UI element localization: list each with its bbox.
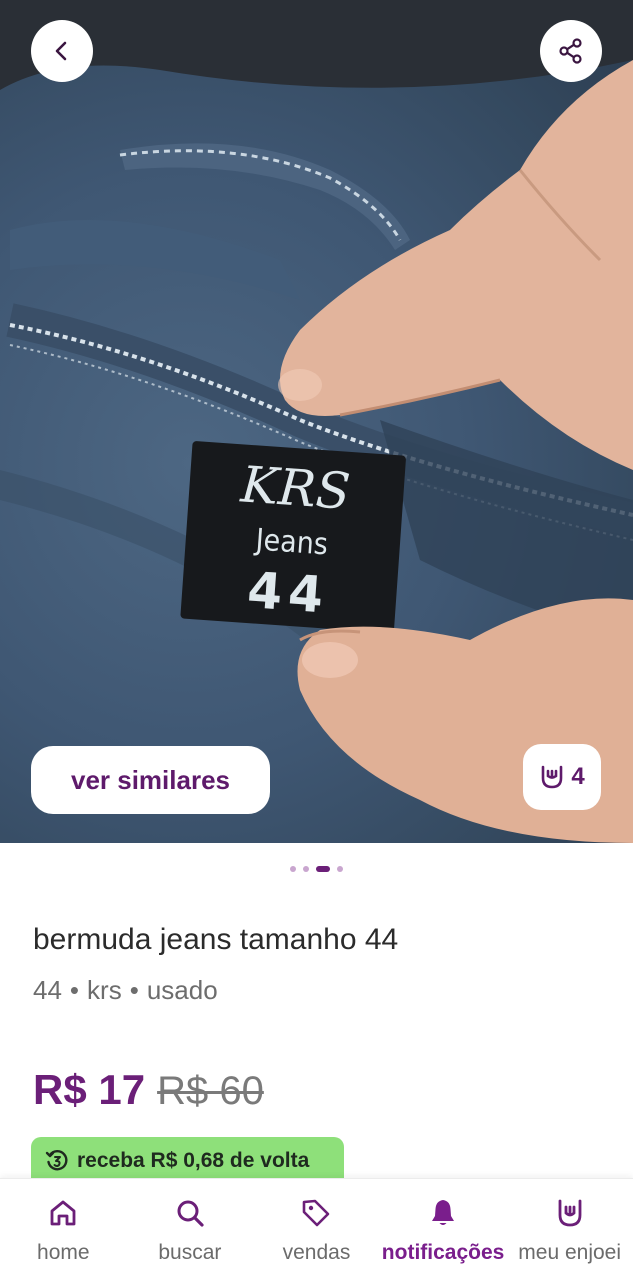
tab-sales-label: vendas [282, 1241, 351, 1264]
tab-notifications-label: notificações [381, 1241, 505, 1264]
label-line-text: Jeans [253, 522, 330, 562]
tab-search-label: buscar [158, 1241, 222, 1264]
label-size-text: 44 [246, 561, 331, 625]
cashback-icon [45, 1150, 68, 1171]
cashback-text: receba R$ 0,68 de volta [77, 1149, 310, 1172]
share-button[interactable] [540, 20, 602, 82]
carousel-indicator [0, 866, 633, 872]
label-brand-text: KRS [238, 455, 352, 521]
product-brand: krs [87, 975, 122, 1005]
price-tag-icon [303, 1199, 330, 1227]
search-icon [177, 1200, 204, 1227]
product-title: bermuda jeans tamanho 44 [33, 923, 399, 956]
price-row: R$ 17 R$ 60 [33, 1066, 264, 1114]
carousel-dot[interactable] [337, 866, 343, 872]
bottom-tab-bar: home buscar vendas notificações meu enjo… [0, 1178, 633, 1280]
original-price: R$ 60 [157, 1069, 264, 1113]
carousel-dot-active[interactable] [316, 866, 330, 872]
carousel-dot[interactable] [303, 866, 309, 872]
tab-my-enjoei-label: meu enjoei [518, 1241, 622, 1264]
tab-search[interactable]: buscar [127, 1179, 254, 1280]
rock-hand-icon [542, 765, 563, 789]
tab-home[interactable]: home [0, 1179, 127, 1280]
chevron-left-icon [55, 41, 67, 61]
product-condition: usado [146, 975, 218, 1005]
product-screen: KRS Jeans 44 ver similares 4 bermuda jea… [0, 0, 633, 1280]
product-photo[interactable]: KRS Jeans 44 ver similares 4 [0, 0, 633, 843]
photo-scene: KRS Jeans 44 [0, 0, 633, 843]
rock-hand-icon [558, 1199, 582, 1227]
bell-icon [432, 1200, 455, 1225]
see-similar-button[interactable]: ver similares [31, 746, 270, 814]
tab-my-enjoei[interactable]: meu enjoei [506, 1179, 633, 1280]
home-icon [50, 1200, 76, 1226]
tab-home-label: home [37, 1241, 90, 1264]
product-size: 44 [33, 975, 62, 1005]
current-price: R$ 17 [33, 1066, 146, 1113]
likes-count: 4 [571, 763, 585, 790]
like-button[interactable]: 4 [523, 744, 601, 810]
carousel-dot[interactable] [290, 866, 296, 872]
see-similar-label: ver similares [70, 764, 230, 795]
share-icon [559, 38, 582, 64]
tab-notifications[interactable]: notificações [380, 1179, 507, 1280]
back-button[interactable] [31, 20, 93, 82]
tab-sales[interactable]: vendas [253, 1179, 380, 1280]
product-meta: 44 • krs • usado [33, 975, 218, 1005]
